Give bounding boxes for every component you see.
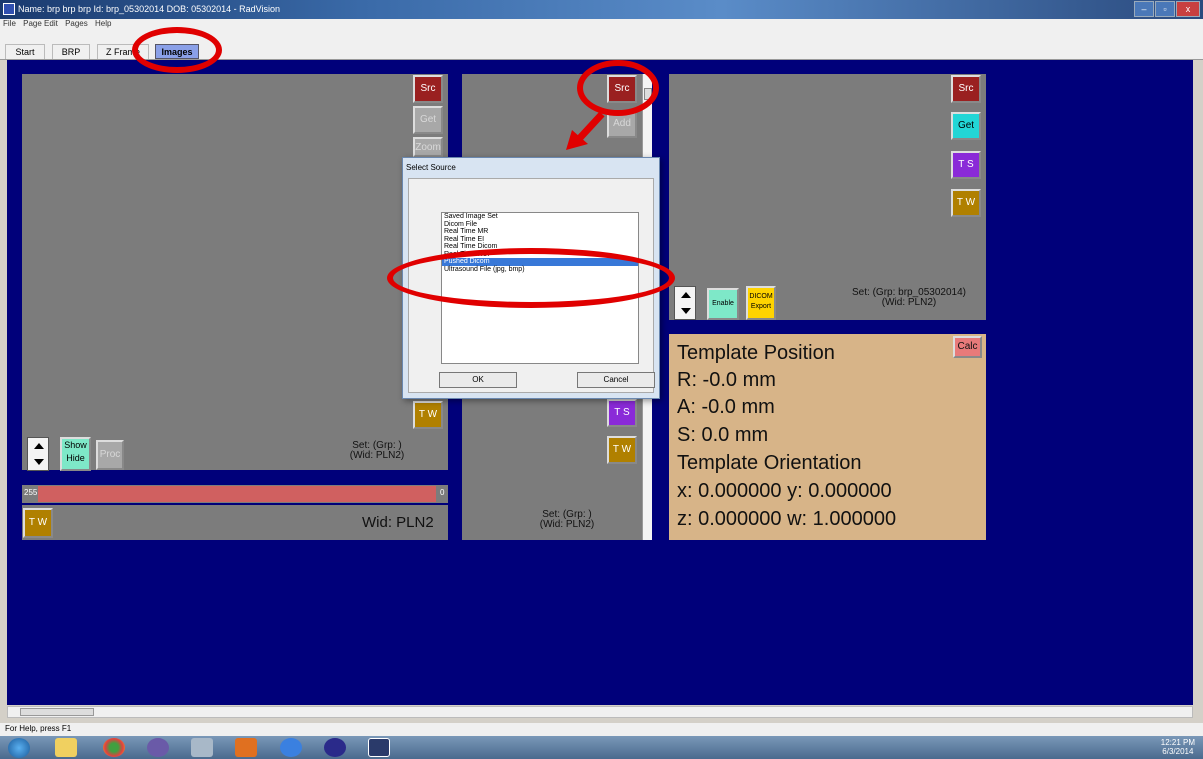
left-tw-button[interactable]: T W — [413, 401, 443, 429]
taskbar: 12:21 PM 6/3/2014 — [0, 736, 1203, 759]
left-src-button[interactable]: Src — [413, 75, 443, 103]
tab-brp[interactable]: BRP — [52, 44, 90, 59]
status-text: For Help, press F1 — [5, 724, 72, 733]
left-bottom-tw-button[interactable]: T W — [23, 508, 53, 538]
dicom-label: DICOM — [749, 293, 773, 300]
system-clock[interactable]: 12:21 PM 6/3/2014 — [1161, 738, 1195, 756]
export-label: Export — [750, 303, 772, 310]
arrow-up-icon[interactable] — [34, 443, 44, 449]
internet-explorer-icon[interactable] — [280, 738, 302, 757]
enable-button[interactable]: Enable — [707, 288, 739, 320]
window-title: Name: brp brp brp Id: brp_05302014 DOB: … — [18, 4, 281, 14]
wid-label: Wid: PLN2 — [362, 514, 434, 531]
right-scroll-arrows[interactable] — [674, 286, 696, 320]
arrow-down-icon[interactable] — [34, 459, 44, 465]
start-button-icon[interactable] — [8, 738, 30, 758]
source-item-saved-image-set[interactable]: Saved Image Set — [442, 213, 638, 221]
left-get-button[interactable]: Get — [413, 106, 443, 134]
close-button[interactable]: x — [1176, 1, 1200, 17]
menu-file[interactable]: File — [3, 19, 16, 28]
source-item-real-time-ei[interactable]: Real Time EI — [442, 236, 638, 244]
eclipse-icon[interactable] — [147, 738, 169, 757]
show-hide-button[interactable]: Show Hide — [60, 437, 91, 471]
right-src-button[interactable]: Src — [951, 75, 981, 103]
dialog-ok-button[interactable]: OK — [439, 372, 517, 388]
menu-pages[interactable]: Pages — [65, 19, 88, 28]
dialog-cancel-button[interactable]: Cancel — [577, 372, 655, 388]
calc-button[interactable]: Calc — [953, 336, 982, 358]
menu-help[interactable]: Help — [95, 19, 111, 28]
left-scroll-arrows[interactable] — [27, 437, 49, 471]
status-bar: For Help, press F1 — [0, 723, 1203, 736]
template-zw: z: 0.000000 w: 1.000000 — [677, 508, 897, 530]
template-a: A: -0.0 mm — [677, 396, 775, 418]
source-item-dicom-file[interactable]: Dicom File — [442, 221, 638, 229]
left-bottom-bar: T W Wid: PLN2 — [22, 505, 448, 540]
slider-min-label: 255 — [24, 488, 38, 497]
app-icon-blue[interactable] — [324, 738, 346, 757]
middle-tw-button[interactable]: T W — [607, 436, 637, 464]
right-image-panel[interactable]: Src Get T S T W Enable DICOM Export Set:… — [669, 74, 986, 320]
slider-max-label: 0 — [440, 488, 445, 497]
maximize-button[interactable]: ▫ — [1155, 1, 1175, 17]
tab-start[interactable]: Start — [5, 44, 45, 59]
middle-set-label: Set: (Grp: ) (Wid: PLN2) — [539, 509, 595, 530]
right-set-label: Set: (Grp: brp_05302014) (Wid: PLN2) — [852, 287, 966, 308]
horizontal-scrollbar[interactable] — [7, 706, 1193, 718]
slider-fill — [38, 486, 436, 502]
middle-ts-button[interactable]: T S — [607, 399, 637, 427]
arrow-down-icon[interactable] — [681, 308, 691, 314]
template-r: R: -0.0 mm — [677, 369, 776, 391]
template-panel: Template Position R: -0.0 mm A: -0.0 mm … — [669, 334, 986, 540]
left-image-panel[interactable]: Src Get Zoom T W Show Hide Proc Set: (Gr… — [22, 74, 448, 471]
title-bar: Name: brp brp brp Id: brp_05302014 DOB: … — [0, 0, 1203, 19]
left-set-label: Set: (Grp: ) (Wid: PLN2) — [349, 440, 405, 461]
clock-time: 12:21 PM — [1160, 738, 1195, 747]
right-get-button[interactable]: Get — [951, 112, 981, 140]
template-s: S: 0.0 mm — [677, 424, 769, 446]
right-ts-button[interactable]: T S — [951, 151, 981, 179]
show-label: Show — [64, 440, 87, 450]
annotation-circle-images-tab — [132, 27, 222, 73]
radvision-taskbar-icon[interactable] — [368, 738, 390, 757]
minimize-button[interactable]: – — [1134, 1, 1154, 17]
dicom-export-button[interactable]: DICOM Export — [746, 286, 776, 320]
virtualbox-icon[interactable] — [191, 738, 213, 757]
arrow-up-icon[interactable] — [681, 292, 691, 298]
hscroll-thumb[interactable] — [20, 708, 94, 716]
annotation-arrow-icon — [566, 111, 605, 150]
hide-label: Hide — [66, 453, 85, 463]
template-xy: x: 0.000000 y: 0.000000 — [677, 480, 892, 502]
template-orientation-title: Template Orientation — [677, 452, 862, 474]
app-icon — [3, 3, 15, 15]
annotation-circle-pushed-dicom — [387, 248, 675, 308]
source-item-real-time-mr[interactable]: Real Time MR — [442, 228, 638, 236]
window-level-slider[interactable]: 255 0 — [22, 485, 448, 503]
clock-date: 6/3/2014 — [1162, 747, 1194, 756]
template-position-title: Template Position — [677, 342, 835, 364]
left-zoom-button[interactable]: Zoom — [413, 137, 443, 157]
proc-button[interactable]: Proc — [96, 440, 124, 470]
matlab-icon[interactable] — [235, 738, 257, 757]
right-tw-button[interactable]: T W — [951, 189, 981, 217]
explorer-icon[interactable] — [55, 738, 77, 757]
chrome-icon[interactable] — [103, 738, 125, 757]
menu-page-edit[interactable]: Page Edit — [23, 19, 58, 28]
dialog-title: Select Source — [406, 163, 456, 172]
